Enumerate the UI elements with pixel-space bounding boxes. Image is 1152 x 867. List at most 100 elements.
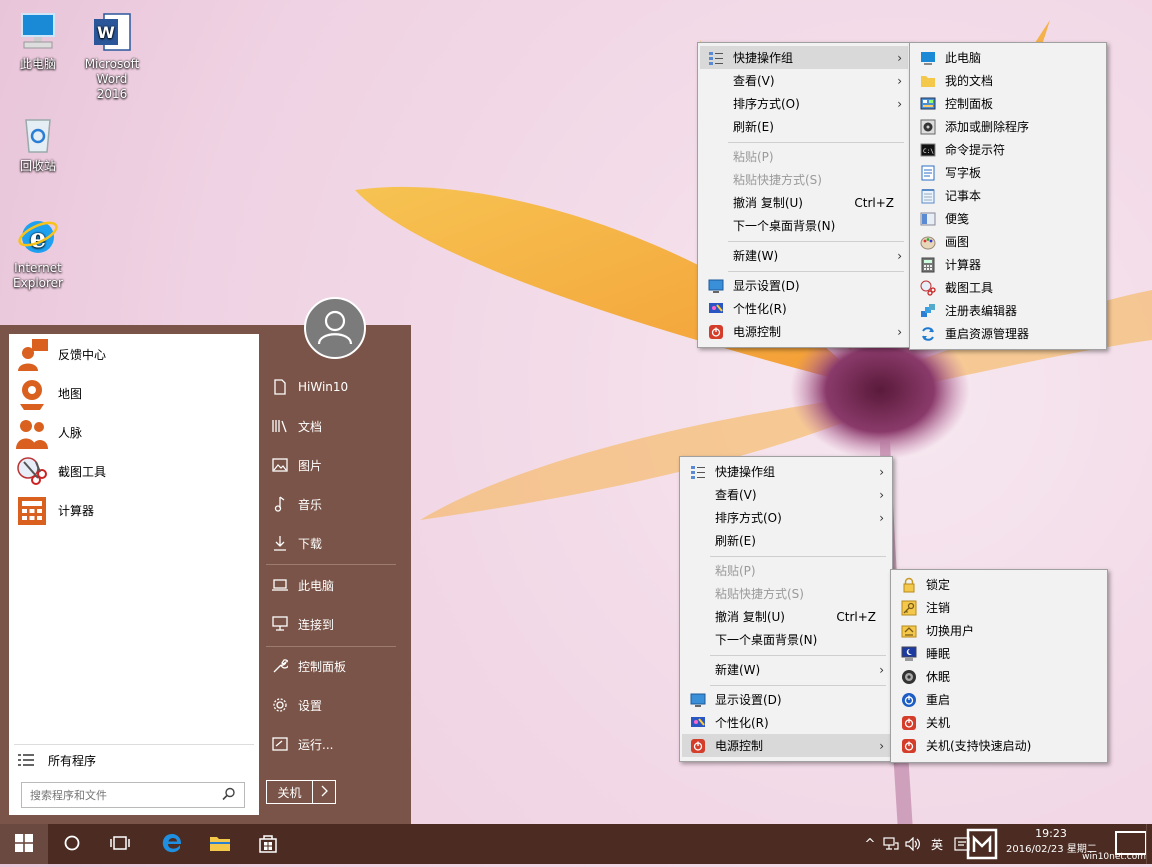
- menu-item-undo-copy[interactable]: 撤消 复制(U) Ctrl+Z: [700, 191, 908, 214]
- edge-icon: [161, 832, 183, 857]
- submenu-item-add-remove-programs[interactable]: 添加或删除程序: [912, 115, 1104, 138]
- submenu-item-snipping-tool[interactable]: 截图工具: [912, 276, 1104, 299]
- start-item-connect-to[interactable]: 连接到: [266, 609, 401, 639]
- desktop-icon-recycle-bin[interactable]: 回收站: [6, 112, 70, 174]
- action-center-icon[interactable]: [950, 837, 974, 851]
- start-item-documents[interactable]: 文档: [266, 411, 401, 441]
- volume-icon[interactable]: [902, 837, 924, 851]
- chevron-right-icon: ›: [879, 464, 884, 479]
- submenu-item-registry-editor[interactable]: 注册表编辑器: [912, 299, 1104, 322]
- submenu-item-control-panel[interactable]: 控制面板: [912, 92, 1104, 115]
- submenu-item-restart-explorer[interactable]: 重启资源管理器: [912, 322, 1104, 345]
- menu-item-sort-by[interactable]: 排序方式(O) ›: [682, 506, 890, 529]
- computer-icon: [920, 50, 936, 66]
- start-item-run[interactable]: 运行...: [266, 729, 401, 759]
- search-box[interactable]: [21, 782, 245, 808]
- menu-item-paste[interactable]: 粘贴(P): [700, 145, 908, 168]
- start-item-downloads[interactable]: 下载: [266, 528, 401, 558]
- app-item-people[interactable]: 人脉: [9, 413, 259, 452]
- chevron-right-icon: ›: [897, 73, 902, 88]
- ime-indicator[interactable]: 英: [924, 836, 950, 853]
- submenu-item-my-documents[interactable]: 我的文档: [912, 69, 1104, 92]
- search-input[interactable]: [22, 787, 222, 803]
- app-item-feedback-hub[interactable]: 反馈中心: [9, 335, 259, 374]
- store-bag-icon: [257, 832, 279, 857]
- desktop-icon-word[interactable]: W Microsoft Word 2016: [80, 10, 144, 102]
- menu-item-refresh[interactable]: 刷新(E): [700, 115, 908, 138]
- menu-item-power-control[interactable]: 电源控制 ›: [700, 320, 908, 343]
- power-item-shutdown[interactable]: 关机: [893, 711, 1105, 734]
- network-icon[interactable]: [880, 837, 902, 851]
- menu-item-power-control[interactable]: 电源控制 ›: [682, 734, 890, 757]
- separator: [710, 655, 886, 656]
- network-icon: [270, 614, 290, 634]
- submenu-item-sticky-notes[interactable]: 便笺: [912, 207, 1104, 230]
- separator: [710, 685, 886, 686]
- desktop-icon-ie[interactable]: e Internet Explorer: [6, 214, 70, 291]
- menu-item-new[interactable]: 新建(W) ›: [700, 244, 908, 267]
- start-item-pictures[interactable]: 图片: [266, 450, 401, 480]
- menu-item-view[interactable]: 查看(V) ›: [700, 69, 908, 92]
- chevron-right-icon: ›: [879, 738, 884, 753]
- calculator-icon: [920, 257, 936, 273]
- shutdown-button[interactable]: 关机: [267, 781, 313, 803]
- menu-item-personalize[interactable]: 个性化(R): [682, 711, 890, 734]
- menu-item-new[interactable]: 新建(W) ›: [682, 658, 890, 681]
- submenu-item-command-prompt[interactable]: C:\ 命令提示符: [912, 138, 1104, 161]
- menu-item-display-settings[interactable]: 显示设置(D): [700, 274, 908, 297]
- power-control-submenu: 锁定 注销 切换用户 睡眠 休眠 重启 关机 关机(支持快速启动): [890, 569, 1108, 763]
- system-tray: ^ 英: [860, 824, 974, 864]
- menu-item-view[interactable]: 查看(V) ›: [682, 483, 890, 506]
- menu-item-quick-actions[interactable]: 快捷操作组 ›: [700, 46, 908, 69]
- show-desktop-button[interactable]: [1146, 824, 1152, 864]
- menu-item-undo-copy[interactable]: 撤消 复制(U) Ctrl+Z: [682, 605, 890, 628]
- power-item-sleep[interactable]: 睡眠: [893, 642, 1105, 665]
- search-icon[interactable]: [222, 787, 238, 803]
- power-item-switch-user[interactable]: 切换用户: [893, 619, 1105, 642]
- user-avatar[interactable]: [304, 297, 366, 359]
- submenu-item-this-pc[interactable]: 此电脑: [912, 46, 1104, 69]
- app-item-calculator[interactable]: 计算器: [9, 491, 259, 530]
- power-item-lock[interactable]: 锁定: [893, 573, 1105, 596]
- menu-item-paste-shortcut[interactable]: 粘贴快捷方式(S): [682, 582, 890, 605]
- all-programs-button[interactable]: 所有程序: [14, 744, 254, 775]
- start-item-user[interactable]: HiWin10: [266, 372, 401, 402]
- menu-item-sort-by[interactable]: 排序方式(O) ›: [700, 92, 908, 115]
- menu-item-refresh[interactable]: 刷新(E): [682, 529, 890, 552]
- shutdown-options-button[interactable]: [313, 781, 335, 803]
- start-item-control-panel[interactable]: 控制面板: [266, 651, 401, 681]
- taskbar-edge[interactable]: [148, 824, 196, 864]
- app-item-maps[interactable]: 地图: [9, 374, 259, 413]
- clock[interactable]: 19:23 2016/02/23 星期二: [1006, 826, 1097, 862]
- power-item-logoff[interactable]: 注销: [893, 596, 1105, 619]
- menu-item-quick-actions[interactable]: 快捷操作组 ›: [682, 460, 890, 483]
- menu-item-next-background[interactable]: 下一个桌面背景(N): [682, 628, 890, 651]
- submenu-item-calculator[interactable]: 计算器: [912, 253, 1104, 276]
- menu-item-next-background[interactable]: 下一个桌面背景(N): [700, 214, 908, 237]
- windows-logo-icon: [15, 833, 33, 855]
- app-item-snipping-tool[interactable]: 截图工具: [9, 452, 259, 491]
- start-item-this-pc[interactable]: 此电脑: [266, 570, 401, 600]
- menu-item-paste[interactable]: 粘贴(P): [682, 559, 890, 582]
- taskbar-file-explorer[interactable]: [196, 824, 244, 864]
- chevron-right-icon: ›: [897, 96, 902, 111]
- show-hidden-icons-button[interactable]: ^: [860, 837, 880, 852]
- control-panel-icon: [920, 96, 936, 112]
- power-item-shutdown-fast-startup[interactable]: 关机(支持快速启动): [893, 734, 1105, 757]
- power-item-restart[interactable]: 重启: [893, 688, 1105, 711]
- start-item-music[interactable]: 音乐: [266, 489, 401, 519]
- menu-item-personalize[interactable]: 个性化(R): [700, 297, 908, 320]
- desktop-icon-this-pc[interactable]: 此电脑: [6, 10, 70, 72]
- submenu-item-notepad[interactable]: 记事本: [912, 184, 1104, 207]
- submenu-item-paint[interactable]: 画图: [912, 230, 1104, 253]
- submenu-item-wordpad[interactable]: 写字板: [912, 161, 1104, 184]
- start-button[interactable]: [0, 824, 48, 864]
- menu-item-paste-shortcut[interactable]: 粘贴快捷方式(S): [700, 168, 908, 191]
- start-item-settings[interactable]: 设置: [266, 690, 401, 720]
- taskbar-store[interactable]: [244, 824, 292, 864]
- menu-item-display-settings[interactable]: 显示设置(D): [682, 688, 890, 711]
- power-item-hibernate[interactable]: 休眠: [893, 665, 1105, 688]
- cortana-button[interactable]: [48, 824, 96, 864]
- sticky-notes-icon: [920, 211, 936, 227]
- task-view-button[interactable]: [96, 824, 144, 864]
